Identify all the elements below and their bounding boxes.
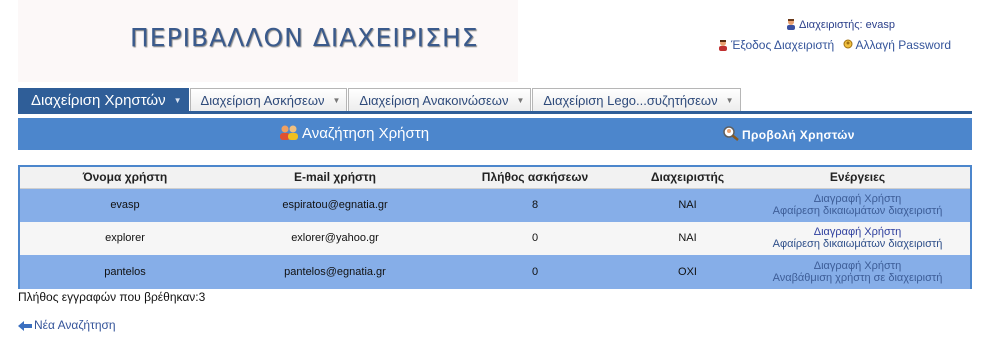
new-search-link[interactable]: Νέα Αναζήτηση bbox=[18, 318, 116, 334]
column-header-username: Όνομα χρήστη bbox=[20, 167, 230, 189]
magnifier-user-icon bbox=[722, 125, 740, 144]
admin-label: Διαχειριστής: bbox=[798, 19, 863, 31]
cell-admin: ΝΑΙ bbox=[630, 188, 745, 222]
cell-exercises: 0 bbox=[440, 255, 630, 289]
toggle-admin-link[interactable]: Αναβάθμιση χρήστη σε διαχειριστή bbox=[745, 272, 970, 284]
users-table: Όνομα χρήστη E-mail χρήστη Πλήθος ασκήσε… bbox=[20, 167, 970, 289]
chevron-down-icon: ▼ bbox=[725, 96, 734, 105]
users-table-container: Όνομα χρήστη E-mail χρήστη Πλήθος ασκήσε… bbox=[18, 165, 972, 289]
table-row: evasp espiratou@egnatia.gr 8 ΝΑΙ Διαγραφ… bbox=[20, 188, 970, 222]
logout-icon bbox=[716, 39, 729, 54]
cell-admin: ΝΑΙ bbox=[630, 221, 745, 255]
tab-label: Διαχείριση Ασκήσεων bbox=[200, 93, 325, 108]
toggle-admin-link[interactable]: Αφαίρεση δικαιωμάτων διαχειριστή bbox=[745, 205, 970, 217]
tab-exercise-management[interactable]: Διαχείριση Ασκήσεων ▼ bbox=[189, 88, 348, 112]
tab-user-management[interactable]: Διαχείριση Χρηστών ▼ bbox=[18, 88, 189, 112]
cell-actions: Διαγραφή Χρήστη Αφαίρεση δικαιωμάτων δια… bbox=[745, 221, 970, 255]
cell-username: evasp bbox=[20, 188, 230, 222]
chevron-down-icon: ▼ bbox=[173, 96, 182, 105]
table-header-row: Όνομα χρήστη E-mail χρήστη Πλήθος ασκήσε… bbox=[20, 167, 970, 189]
cell-admin: ΟΧΙ bbox=[630, 255, 745, 289]
search-user-button[interactable]: Αναζήτηση Χρήστη bbox=[278, 124, 429, 144]
records-found-text: Πλήθος εγγραφών που βρέθηκαν:3 bbox=[18, 290, 206, 304]
tab-label: Διαχείριση Ανακοινώσεων bbox=[359, 93, 509, 108]
admin-name: evasp bbox=[865, 19, 895, 31]
cell-exercises: 8 bbox=[440, 188, 630, 222]
users-icon bbox=[278, 124, 300, 144]
tab-announcement-management[interactable]: Διαχείριση Ανακοινώσεων ▼ bbox=[348, 88, 532, 112]
action-bar: Αναζήτηση Χρήστη Προβολή Χρηστών bbox=[18, 118, 972, 150]
header-links: Έξοδος Διαχειριστή Αλλαγή Password bbox=[716, 38, 951, 54]
delete-user-link[interactable]: Διαγραφή Χρήστη bbox=[745, 260, 970, 272]
change-password-link[interactable]: Αλλαγή Password bbox=[856, 38, 951, 52]
cell-email: pantelos@egnatia.gr bbox=[230, 255, 440, 289]
cell-email: exlorer@yahoo.gr bbox=[230, 221, 440, 255]
tab-underline bbox=[18, 111, 972, 114]
column-header-exercises: Πλήθος ασκήσεων bbox=[440, 167, 630, 189]
tab-label: Διαχείριση Χρηστών bbox=[31, 92, 166, 109]
cell-actions: Διαγραφή Χρήστη Αναβάθμιση χρήστη σε δια… bbox=[745, 255, 970, 289]
view-users-label: Προβολή Χρηστών bbox=[742, 128, 855, 142]
cell-email: espiratou@egnatia.gr bbox=[230, 188, 440, 222]
cell-username: pantelos bbox=[20, 255, 230, 289]
search-user-label: Αναζήτηση Χρήστη bbox=[302, 125, 430, 142]
logout-link[interactable]: Έξοδος Διαχειριστή bbox=[731, 38, 834, 52]
column-header-email: E-mail χρήστη bbox=[230, 167, 440, 189]
tab-label: Διαχείριση Lego...συζητήσεων bbox=[543, 93, 718, 108]
cell-username: explorer bbox=[20, 221, 230, 255]
view-users-button[interactable]: Προβολή Χρηστών bbox=[722, 125, 855, 144]
admin-info: Διαχειριστής: evasp bbox=[785, 18, 895, 33]
app-title: ΠΕΡΙΒΑΛΛΟΝ ΔΙΑΧΕΙΡΙΣΗΣ bbox=[130, 23, 479, 52]
delete-user-link[interactable]: Διαγραφή Χρήστη bbox=[745, 193, 970, 205]
toggle-admin-link[interactable]: Αφαίρεση δικαιωμάτων διαχειριστή bbox=[745, 238, 970, 250]
delete-user-link[interactable]: Διαγραφή Χρήστη bbox=[745, 226, 970, 238]
table-row: pantelos pantelos@egnatia.gr 0 ΟΧΙ Διαγρ… bbox=[20, 255, 970, 289]
tab-lego-discussions-management[interactable]: Διαχείριση Lego...συζητήσεων ▼ bbox=[532, 88, 741, 112]
key-user-icon bbox=[842, 39, 854, 54]
column-header-admin: Διαχειριστής bbox=[630, 167, 745, 189]
back-arrow-icon bbox=[18, 320, 32, 334]
chevron-down-icon: ▼ bbox=[332, 96, 341, 105]
cell-exercises: 0 bbox=[440, 221, 630, 255]
new-search-label: Νέα Αναζήτηση bbox=[34, 318, 116, 332]
table-row: explorer exlorer@yahoo.gr 0 ΝΑΙ Διαγραφή… bbox=[20, 221, 970, 255]
cell-actions: Διαγραφή Χρήστη Αφαίρεση δικαιωμάτων δια… bbox=[745, 188, 970, 222]
column-header-actions: Ενέργειες bbox=[745, 167, 970, 189]
tab-bar: Διαχείριση Χρηστών ▼ Διαχείριση Ασκήσεων… bbox=[18, 88, 742, 112]
admin-user-icon bbox=[785, 18, 797, 33]
chevron-down-icon: ▼ bbox=[516, 96, 525, 105]
